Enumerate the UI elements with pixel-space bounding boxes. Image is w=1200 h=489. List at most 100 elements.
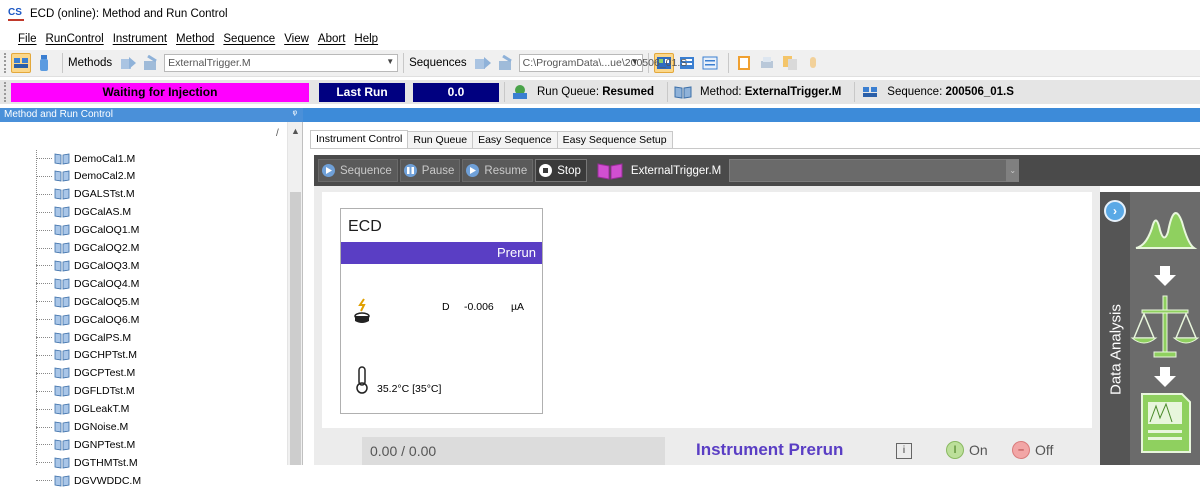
menu-runcontrol[interactable]: RunControl (46, 33, 104, 45)
scale-icon (1130, 295, 1200, 358)
off-button[interactable]: – Off (1012, 441, 1053, 459)
data-analysis-panel[interactable] (1130, 192, 1200, 465)
tree-item-method[interactable]: DGCalPS.M (36, 329, 131, 346)
sequence-status-value: 200506_01.S (945, 86, 1014, 98)
tree-item-method[interactable]: DGCalOQ5.M (36, 293, 139, 310)
tree-item-method[interactable]: DGCalOQ3.M (36, 257, 139, 274)
method-book-icon[interactable] (673, 82, 693, 102)
instrument-view-icon[interactable] (11, 53, 31, 73)
method-combo[interactable]: ExternalTrigger.M ▼ (164, 54, 399, 72)
window-title: ECD (online): Method and Run Control (30, 8, 228, 20)
tree-item-method[interactable]: DGNoise.M (36, 419, 128, 436)
tree-item-method[interactable]: DGTHMTst.M (36, 454, 138, 471)
sequence-table-icon[interactable] (700, 53, 720, 73)
status-grip[interactable] (4, 82, 7, 102)
save-method-icon[interactable] (141, 53, 161, 73)
data-analysis-graphics (1130, 212, 1200, 453)
tree-item-method[interactable]: DGLeakT.M (36, 401, 129, 418)
arrow-down-icon (1154, 266, 1176, 286)
scroll-up-icon[interactable]: ▲ (288, 126, 303, 140)
ecd-detector-card[interactable]: ECD Prerun D -0.006 µA 35.2°C [35°C] (340, 208, 543, 414)
tab-run-queue[interactable]: Run Queue (407, 131, 474, 148)
tree-item-label: DGTHMTst.M (74, 456, 138, 469)
pin-icon[interactable]: ᵠ (293, 108, 297, 122)
tree-item-method[interactable]: DGCalAS.M (36, 204, 131, 221)
tree-item-label: DGCalPS.M (74, 331, 132, 344)
field-dropdown-icon[interactable]: ⌄ (1006, 159, 1020, 182)
waiting-status: Waiting for Injection (11, 82, 309, 102)
menu-file[interactable]: File (18, 33, 37, 45)
on-button[interactable]: I On (946, 441, 988, 459)
tree-item-method[interactable]: DGCHPTst.M (36, 347, 137, 364)
method-book-icon (54, 153, 70, 165)
pause-icon (403, 164, 417, 177)
tree-item-label: DGCHPTst.M (74, 349, 137, 362)
tree-item-method[interactable]: DemoCal1.M (36, 150, 135, 167)
sequence-button[interactable]: Sequence (318, 159, 398, 182)
menu-method[interactable]: Method (176, 33, 214, 45)
expand-arrow-icon[interactable]: › (1104, 200, 1126, 222)
method-info-field[interactable]: ⌄ (729, 159, 1020, 182)
tree-item-method[interactable]: DGCalOQ1.M (36, 222, 139, 239)
tree-item-label: DGFLDTst.M (74, 385, 135, 398)
pause-button[interactable]: Pause (399, 159, 461, 182)
tree-item-label: DemoCal1.M (74, 152, 136, 165)
tree-root-marker: / (276, 128, 279, 139)
tree-item-label: DGALSTst.M (74, 188, 135, 201)
load-method-icon[interactable] (118, 53, 138, 73)
hand-icon[interactable] (803, 53, 823, 73)
tree-item-label: DGCalOQ5.M (74, 295, 140, 308)
tree-item-method[interactable]: DGCalOQ4.M (36, 275, 139, 292)
run-queue-icon[interactable] (510, 82, 530, 102)
chevron-down-icon[interactable]: ▼ (631, 57, 639, 66)
toolbar-grip[interactable] (4, 53, 7, 73)
menu-view[interactable]: View (284, 33, 309, 45)
scroll-thumb[interactable] (290, 192, 301, 465)
left-panel-header: Method and Run Control ᵠ (0, 108, 303, 122)
sequence-combo[interactable]: C:\ProgramData\...ue\200506_01.S ▼ (518, 54, 687, 72)
sequence-status-label: Sequence: (887, 86, 943, 98)
resume-button[interactable]: Resume (462, 159, 534, 182)
power-on-icon: I (946, 441, 964, 459)
stop-button[interactable]: Stop (535, 159, 587, 182)
tree-item-label: DGCalOQ1.M (74, 224, 140, 237)
tree-item-method[interactable]: DGNPTest.M (36, 436, 135, 453)
sequence-status-icon[interactable] (860, 82, 880, 102)
arrow-down-icon (1154, 367, 1176, 387)
tab-easy-sequence-setup[interactable]: Easy Sequence Setup (556, 131, 673, 148)
info-icon[interactable]: i (896, 443, 912, 459)
tree-item-method[interactable]: DGCalOQ6.M (36, 311, 139, 328)
tree-item-method[interactable]: DGFLDTst.M (36, 383, 135, 400)
vial-icon[interactable] (34, 53, 54, 73)
tree-item-method[interactable]: DGCPTest.M (36, 365, 135, 382)
tree-item-method[interactable]: DemoCal2.M (36, 168, 135, 185)
method-status-value: ExternalTrigger.M (744, 86, 842, 98)
menu-instrument[interactable]: Instrument (113, 33, 167, 45)
method-book-icon (54, 314, 70, 326)
method-status-label: Method: (700, 86, 742, 98)
menu-sequence[interactable]: Sequence (223, 33, 275, 45)
tree-item-method[interactable]: DGVWDDC.M (36, 472, 141, 489)
menu-abort[interactable]: Abort (318, 33, 346, 45)
report-icon[interactable] (734, 53, 754, 73)
copy-icon[interactable] (780, 53, 800, 73)
print-icon[interactable] (757, 53, 777, 73)
method-book-icon (54, 224, 70, 236)
left-panel-title: Method and Run Control (4, 109, 113, 120)
run-progress: 0.00 / 0.00 (362, 437, 665, 465)
menu-help[interactable]: Help (354, 33, 378, 45)
sequence-combo-value: C:\ProgramData\...ue\200506_01.S (522, 57, 688, 69)
tree-item-method[interactable]: DGCalOQ2.M (36, 240, 139, 257)
tree-item-label: DGCPTest.M (74, 367, 136, 380)
chevron-down-icon[interactable]: ▼ (386, 57, 394, 66)
tree-item-label: DemoCal2.M (74, 170, 136, 183)
save-sequence-icon[interactable] (496, 53, 516, 73)
load-sequence-icon[interactable] (473, 53, 493, 73)
status-bar: Waiting for Injection Last Run 0.0 Run Q… (0, 80, 1200, 104)
tree-item-method[interactable]: DGALSTst.M (36, 186, 135, 203)
ecd-signal-value: -0.006 (464, 301, 494, 313)
tab-instrument-control[interactable]: Instrument Control (310, 130, 409, 148)
tree-scrollbar[interactable]: ▲ (287, 122, 302, 465)
tab-easy-sequence[interactable]: Easy Sequence (472, 131, 558, 148)
instrument-state: Instrument Prerun (696, 440, 844, 459)
